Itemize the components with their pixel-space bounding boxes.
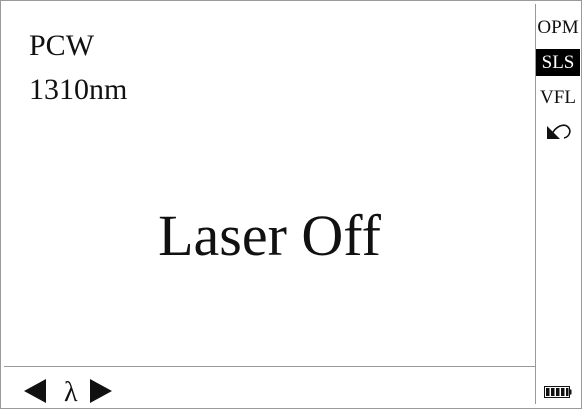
mode-sidebar: OPM SLS VFL [536,4,580,404]
bottom-divider [4,366,535,367]
lambda-label: λ [64,377,78,408]
sidebar-item-vfl[interactable]: VFL [536,84,580,111]
back-arrow-icon[interactable] [546,122,572,140]
main-display: PCW 1310nm Laser Off λ [4,4,536,408]
device-screen: PCW 1310nm Laser Off λ OPM SLS VFL [0,0,582,409]
sidebar-item-opm[interactable]: OPM [536,14,580,41]
battery-icon [544,386,572,398]
laser-status: Laser Off [158,203,381,268]
triangle-left-icon[interactable] [24,379,46,403]
triangle-right-icon[interactable] [89,379,112,403]
mode-label: PCW [29,29,95,62]
wavelength-label: 1310nm [29,73,128,106]
wavelength-nav: λ [24,374,112,408]
sidebar-item-sls[interactable]: SLS [536,49,580,76]
